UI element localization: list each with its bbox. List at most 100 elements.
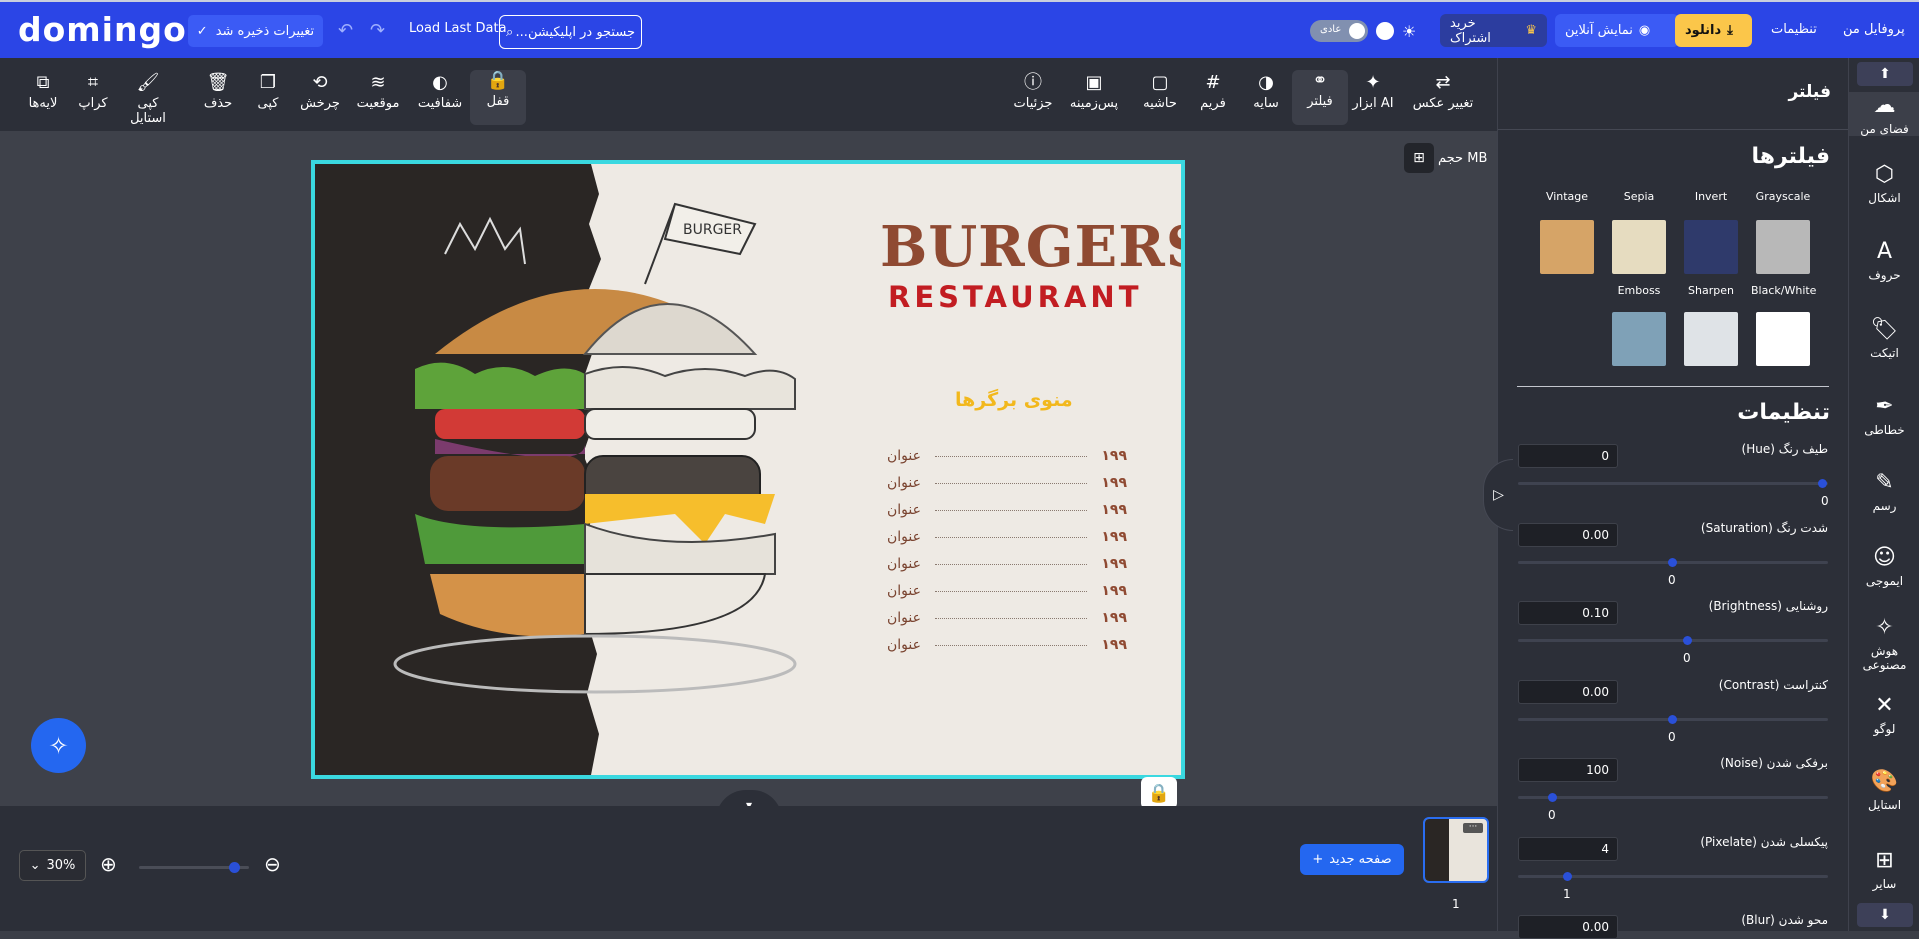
nav-item-emoji[interactable]: ☺ ایموجی [1849, 544, 1919, 588]
setting-input[interactable]: 0.10 [1518, 601, 1618, 625]
setting-input[interactable]: 4 [1518, 836, 1618, 861]
filter-thumbnail[interactable] [1684, 220, 1738, 274]
zoom-slider[interactable] [139, 862, 249, 873]
zoom-out-icon[interactable]: ⊖ [264, 852, 281, 876]
setting-slider-knob[interactable] [1563, 871, 1572, 881]
setting-slider-knob[interactable] [1818, 479, 1827, 488]
mode-label: عادی [1320, 24, 1342, 35]
menu-item[interactable]: عنوان ۱۹۹ [887, 527, 1127, 547]
menu-item[interactable]: عنوان ۱۹۹ [887, 500, 1127, 520]
nav-item-palette[interactable]: 🎨 استایل [1849, 768, 1919, 812]
setting-slider[interactable] [1518, 793, 1828, 802]
setting-input[interactable]: 0 [1518, 444, 1618, 468]
setting-slider-knob[interactable] [1548, 793, 1557, 802]
thumbnail-menu-button[interactable]: ··· [1463, 823, 1483, 833]
tool-label: حذف [203, 96, 233, 111]
scroll-down-icon[interactable]: ⬇ [1857, 903, 1913, 927]
setting-input[interactable]: 0.00 [1518, 915, 1618, 939]
tool-border[interactable]: ▢ حاشیه [1132, 72, 1188, 122]
zoom-slider-knob[interactable] [229, 862, 240, 873]
menu-item[interactable]: عنوان ۱۹۹ [887, 581, 1127, 601]
saved-status-button[interactable]: ✓ تغییرات ذخیره شد [188, 15, 323, 47]
scroll-up-icon[interactable]: ⬆ [1857, 62, 1913, 86]
menu-item[interactable]: عنوان ۱۹۹ [887, 446, 1127, 466]
menu-title[interactable]: منوی برگرها [955, 389, 1073, 411]
setting-slider-knob[interactable] [1668, 714, 1677, 724]
tool-copy[interactable]: ❐ کپی [240, 72, 296, 122]
setting-slider[interactable] [1518, 871, 1828, 881]
profile-link[interactable]: پروفایل من [1843, 22, 1905, 37]
setting-slider-knob[interactable] [1683, 636, 1692, 645]
tool-replace-image[interactable]: ⇄ تغییر عکس [1408, 72, 1478, 122]
filter-thumbnail[interactable] [1756, 220, 1810, 274]
file-size-indicator[interactable]: ⊞ حجم MB [1404, 143, 1487, 173]
setting-input[interactable]: 100 [1518, 758, 1618, 782]
setting-input[interactable]: 0.00 [1518, 522, 1618, 547]
tool-ai[interactable]: ✦ ابزار AI [1345, 72, 1401, 122]
setting-slider[interactable] [1518, 479, 1828, 488]
magic-wand-button[interactable]: ✧ [31, 718, 86, 773]
filter-thumbnail[interactable] [1684, 312, 1738, 366]
redo-icon[interactable]: ↷ [370, 20, 385, 41]
top-bar: domingo ✓ تغییرات ذخیره شد ↶ ↷ Load Last… [0, 0, 1919, 58]
tool-shadow[interactable]: ◑ سایه [1238, 72, 1294, 122]
tool-opacity[interactable]: ◐ شفافیت [412, 72, 468, 122]
menu-item[interactable]: عنوان ۱۹۹ [887, 608, 1127, 628]
online-preview-button[interactable]: نمایش آنلاین ◉ [1555, 14, 1679, 47]
tool-paint-brush[interactable]: 🖌 کپی استایل [120, 72, 176, 126]
undo-icon[interactable]: ↶ [338, 20, 353, 41]
subscribe-button[interactable]: خرید اشتراک ♛ [1440, 14, 1547, 47]
artboard-lock-icon[interactable]: 🔒 [1141, 777, 1177, 809]
tool-rotate[interactable]: ⟲ چرخش [292, 72, 348, 122]
zoom-in-icon[interactable]: ⊕ [100, 852, 117, 876]
sun-icon[interactable]: ☀ [1402, 22, 1416, 41]
nav-item-shapes[interactable]: ⬡ اشکال [1849, 161, 1919, 205]
nav-item-logo-shapes[interactable]: ✕ لوگو [1849, 692, 1919, 736]
tool-stack[interactable]: ≋ موقعیت [350, 72, 406, 122]
nav-item-magic-wand[interactable]: ✧ هوش مصنوعی [1849, 614, 1919, 672]
nav-item-pencil[interactable]: ✎ رسم [1849, 469, 1919, 513]
filter-thumbnail[interactable] [1756, 312, 1810, 366]
setting-input[interactable]: 0.00 [1518, 679, 1618, 704]
tool-frame[interactable]: # فریم [1185, 72, 1241, 122]
search-input[interactable]: جستجو در اپلیکیشن... ⌕ [499, 15, 642, 49]
filter-thumbnail[interactable] [1612, 220, 1666, 274]
filter-thumbnail[interactable] [1540, 220, 1594, 274]
tool-layers[interactable]: ⧉ لایه‌ها [15, 72, 71, 122]
mode-toggle[interactable]: عادی [1310, 20, 1368, 42]
tool-crop[interactable]: ⌗ کراپ [65, 72, 121, 122]
settings-link[interactable]: تنظیمات [1771, 22, 1817, 37]
tool-info[interactable]: ⓘ جزئیات [1005, 72, 1061, 122]
load-last-data-button[interactable]: Load Last Data [409, 21, 507, 36]
tool-lock[interactable]: 🔒 قفل [470, 70, 526, 125]
menu-item[interactable]: عنوان ۱۹۹ [887, 554, 1127, 574]
download-button[interactable]: دانلود ⤓ [1675, 14, 1752, 47]
zoom-select[interactable]: ⌄ 30% [19, 850, 86, 881]
new-page-button[interactable]: + صفحه جدید [1300, 844, 1404, 875]
setting-slider[interactable] [1518, 714, 1828, 724]
menu-item[interactable]: عنوان ۱۹۹ [887, 473, 1127, 493]
page-thumbnail[interactable]: ··· [1423, 817, 1489, 883]
design-title[interactable]: BURGERS [880, 214, 1181, 280]
design-artboard[interactable]: BURGER BURGERS RESTAURANT منوی برگرها عن… [311, 160, 1185, 779]
eye-icon: ◉ [1638, 23, 1651, 38]
filter-thumbnail[interactable] [1612, 312, 1666, 366]
app-logo[interactable]: domingo [18, 10, 187, 49]
menu-item-name: عنوان [887, 610, 921, 626]
tool-filter[interactable]: ⚭ فیلتر [1292, 70, 1348, 125]
nav-item-cloud-upload[interactable]: ☁ فضای من [1849, 92, 1919, 136]
nav-item-tag[interactable]: 🏷 اتیکت [1849, 316, 1919, 360]
nav-item-label: سایر [1872, 877, 1897, 891]
menu-item[interactable]: عنوان ۱۹۹ [887, 635, 1127, 655]
cloud-upload-icon: ☁ [1873, 93, 1896, 118]
setting-slider-knob[interactable] [1668, 557, 1677, 567]
nav-item-text[interactable]: A حروف [1849, 238, 1919, 282]
design-subtitle[interactable]: RESTAURANT [888, 280, 1142, 314]
nav-item-feather[interactable]: ✒ خطاطی [1849, 393, 1919, 437]
tool-background[interactable]: ▣ پس‌زمینه [1066, 72, 1122, 122]
theme-toggle-knob[interactable] [1376, 22, 1394, 40]
setting-slider[interactable] [1518, 636, 1828, 645]
nav-item-grid-plus[interactable]: ⊞ سایر [1849, 847, 1919, 891]
setting-slider[interactable] [1518, 557, 1828, 567]
tool-trash[interactable]: 🗑 حذف [190, 72, 246, 122]
